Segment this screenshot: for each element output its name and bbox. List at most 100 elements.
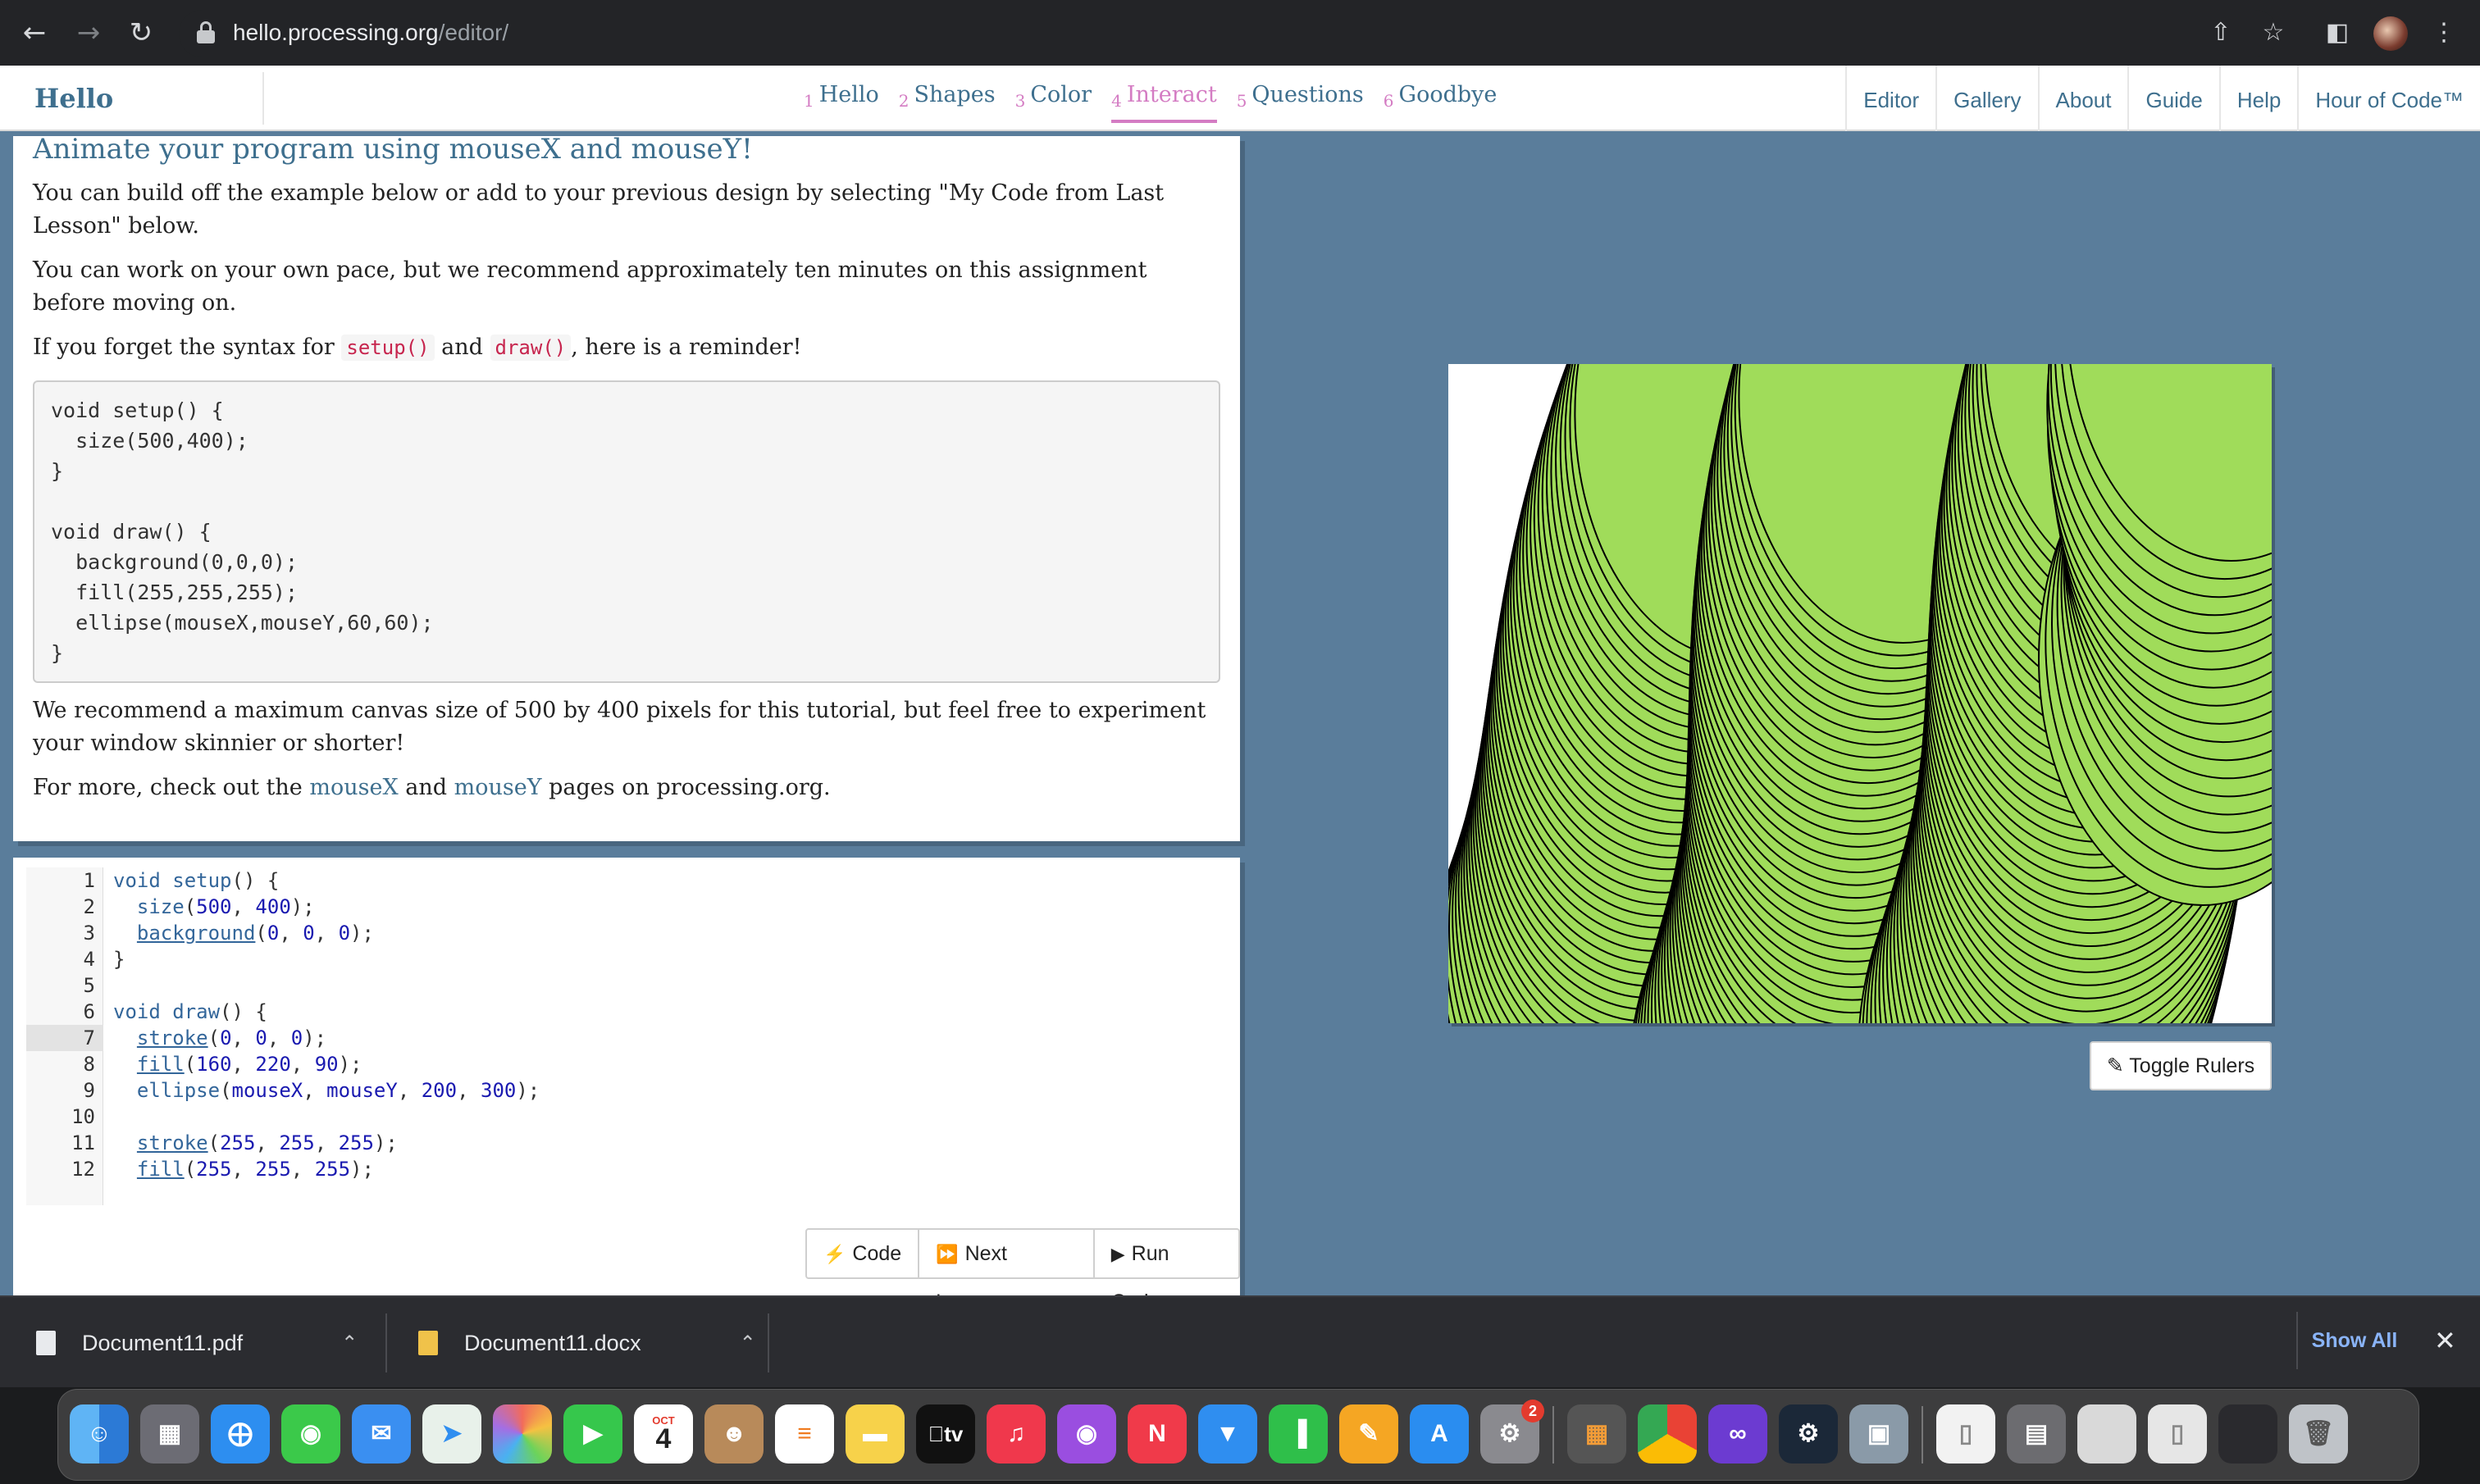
calendar-icon[interactable]: OCT 4 (634, 1404, 693, 1464)
forward-icon[interactable]: → (72, 16, 105, 49)
facetime-icon[interactable]: ▶ (563, 1404, 622, 1464)
download-stack-icon[interactable]: ▤ (2007, 1404, 2066, 1464)
code-line[interactable]: 2 size(500, 400); (26, 894, 1232, 920)
lesson-label: Color (1030, 82, 1092, 107)
nav-link-guide[interactable]: Guide (2127, 66, 2218, 131)
lesson-tab-shapes[interactable]: 2 Shapes (899, 82, 996, 123)
line-number: 6 (83, 1000, 95, 1023)
download-item[interactable]: Document11.pdf ⌃ (36, 1297, 358, 1389)
nav-link-gallery[interactable]: Gallery (1935, 66, 2037, 131)
site-header: Hello Processing! 1Hello 2Shapes 3Color 4In… (0, 66, 2480, 166)
podcasts-icon[interactable]: ◉ (1057, 1404, 1116, 1464)
nav-link-hour-of-code[interactable]: Hour of Code™ (2297, 66, 2480, 131)
side-panel-icon[interactable]: ◧ (2319, 16, 2355, 49)
document-stack-icon[interactable]: ▯ (1936, 1404, 1995, 1464)
code-line[interactable]: 8 fill(160, 220, 90); (26, 1051, 1232, 1077)
instructions-paragraph-3: If you forget the syntax for setup() and… (33, 335, 802, 361)
messages-icon[interactable]: ◉ (281, 1404, 340, 1464)
run-code-button[interactable]: ▶Run Code (1095, 1230, 1238, 1313)
lesson-nav: 1 Hello 2 Shapes 3 Color 4 Interact 5 Questions 6 G… (804, 82, 1516, 123)
preview-icon[interactable]: ▣ (1849, 1404, 1908, 1464)
reload-icon[interactable]: ↻ (125, 16, 157, 49)
numbers-icon[interactable]: ▐ (1269, 1404, 1328, 1464)
bookmark-star-icon[interactable]: ☆ (2255, 16, 2291, 49)
example-code-block: void setup() { size(500,400); } void dra… (33, 380, 1220, 683)
apple-tv-icon[interactable]: tv (916, 1404, 975, 1464)
code-line[interactable]: 3 background(0, 0, 0); (26, 920, 1232, 946)
visual-studio-icon[interactable]: ∞ (1708, 1404, 1767, 1464)
lesson-tab-interact[interactable]: 4 Interact (1111, 82, 1217, 123)
system-settings-icon[interactable]: ⚙ 2 (1480, 1400, 1544, 1464)
lesson-tab-color[interactable]: 3 Color (1015, 82, 1092, 123)
news-icon[interactable]: N (1128, 1404, 1187, 1464)
steam-icon[interactable]: ⚙ (1779, 1404, 1838, 1464)
toggle-rulers-button[interactable]: ✎ Toggle Rulers (2090, 1041, 2272, 1090)
profile-avatar[interactable] (2373, 16, 2408, 51)
lesson-tab-hello[interactable]: 1 Hello (804, 82, 879, 123)
inline-code-setup: setup() (341, 335, 435, 361)
share-icon[interactable]: ⇧ (2203, 16, 2239, 49)
code-line[interactable]: 10 (26, 1104, 1232, 1130)
back-icon[interactable]: ← (18, 16, 51, 49)
notes-icon[interactable]: ▬ (846, 1404, 905, 1464)
music-icon[interactable]: ♫ (987, 1404, 1046, 1464)
code-editor[interactable]: 1 void setup() {2 size(500, 400); 3 backgr… (26, 867, 1232, 1205)
app-store-icon[interactable]: A (1410, 1404, 1469, 1464)
lesson-number: 2 (898, 91, 909, 111)
trash-icon[interactable]: 🗑 (2289, 1404, 2348, 1464)
menu-kebab-icon[interactable]: ⋮ (2426, 16, 2462, 49)
contacts-icon[interactable]: ☻ (704, 1404, 764, 1464)
launchpad-icon[interactable]: ▦ (140, 1404, 199, 1464)
mousex-link[interactable]: mouseX (309, 775, 398, 800)
instructions-paragraph-1: You can build off the example below or a… (33, 180, 1165, 239)
lesson-tab-questions[interactable]: 5 Questions (1237, 82, 1364, 123)
pages-icon[interactable]: ✎ (1339, 1404, 1398, 1464)
show-all-button[interactable]: Show All (2296, 1312, 2411, 1369)
finder-icon[interactable]: ☺ (70, 1404, 129, 1464)
recent-window-icon[interactable] (2218, 1404, 2277, 1464)
chevron-up-icon[interactable]: ⌃ (341, 1332, 358, 1355)
nav-link-about[interactable]: About (2037, 66, 2128, 131)
code-line[interactable]: 7 stroke(0, 0, 0); (26, 1025, 1232, 1051)
photos-icon[interactable] (493, 1404, 552, 1464)
instructions-paragraph-2: You can work on your own pace, but we re… (33, 257, 1147, 316)
close-icon[interactable]: ✕ (2434, 1325, 2456, 1356)
screenshot-stack-icon[interactable] (2077, 1404, 2136, 1464)
keynote-icon[interactable]: ▼ (1198, 1404, 1257, 1464)
code-line[interactable]: 5 (26, 972, 1232, 999)
chrome-icon[interactable] (1638, 1404, 1697, 1464)
next-lesson-button[interactable]: ⏩Next Lesson (919, 1230, 1095, 1313)
lesson-tab-goodbye[interactable]: 6 Goodbye (1384, 82, 1498, 123)
reminders-icon[interactable]: ≡ (775, 1404, 834, 1464)
pencil-icon: ✎ (2106, 1054, 2124, 1077)
chevron-up-icon[interactable]: ⌃ (740, 1332, 756, 1355)
play-icon: ▶ (1110, 1244, 1125, 1264)
code-line[interactable]: 9 ellipse(mouseX, mouseY, 200, 300); (26, 1077, 1232, 1104)
maps-icon[interactable]: ➤ (422, 1404, 481, 1464)
nav-link-editor[interactable]: Editor (1845, 66, 1935, 131)
instructions-paragraph-4: We recommend a maximum canvas size of 50… (33, 698, 1206, 756)
mail-icon[interactable]: ✉ (352, 1404, 411, 1464)
browser-toolbar: ← → ↻ hello.processing.org/editor/ ⇧ ☆ ◧… (0, 0, 2480, 66)
sketch-canvas[interactable] (1448, 364, 2272, 1023)
brand-title[interactable]: Hello Processing! (11, 72, 264, 166)
code-line[interactable]: 11 stroke(255, 255, 255); (26, 1130, 1232, 1156)
code-line[interactable]: 12 fill(255, 255, 255); (26, 1156, 1232, 1182)
address-bar[interactable]: hello.processing.org/editor/ (179, 10, 2278, 57)
mousey-link[interactable]: mouseY (454, 775, 542, 800)
code-line[interactable]: 4} (26, 946, 1232, 972)
code-button[interactable]: ⚡ Code (807, 1230, 920, 1277)
editor-button-group: ⚡Code ⏩Next Lesson ▶Run Code (805, 1228, 1240, 1313)
lesson-number: 4 (1111, 91, 1122, 111)
code-line[interactable]: 1 void setup() { (26, 867, 1232, 894)
safari-icon[interactable]: ⨁ (211, 1404, 270, 1464)
nav-link-help[interactable]: Help (2218, 66, 2297, 131)
url-text[interactable]: hello.processing.org/editor/ (233, 20, 508, 46)
code-line[interactable]: 6 void draw() { (26, 999, 1232, 1025)
lesson-number: 1 (804, 91, 814, 111)
download-item[interactable]: Document11.docx ⌃ (418, 1297, 756, 1389)
top-nav: Editor Gallery About Guide Help Hour of Code™ (1845, 66, 2480, 131)
line-number: 12 (71, 1158, 95, 1181)
file-stack-icon[interactable]: ▯ (2148, 1404, 2207, 1464)
calculator-icon[interactable]: ▦ (1567, 1404, 1626, 1464)
